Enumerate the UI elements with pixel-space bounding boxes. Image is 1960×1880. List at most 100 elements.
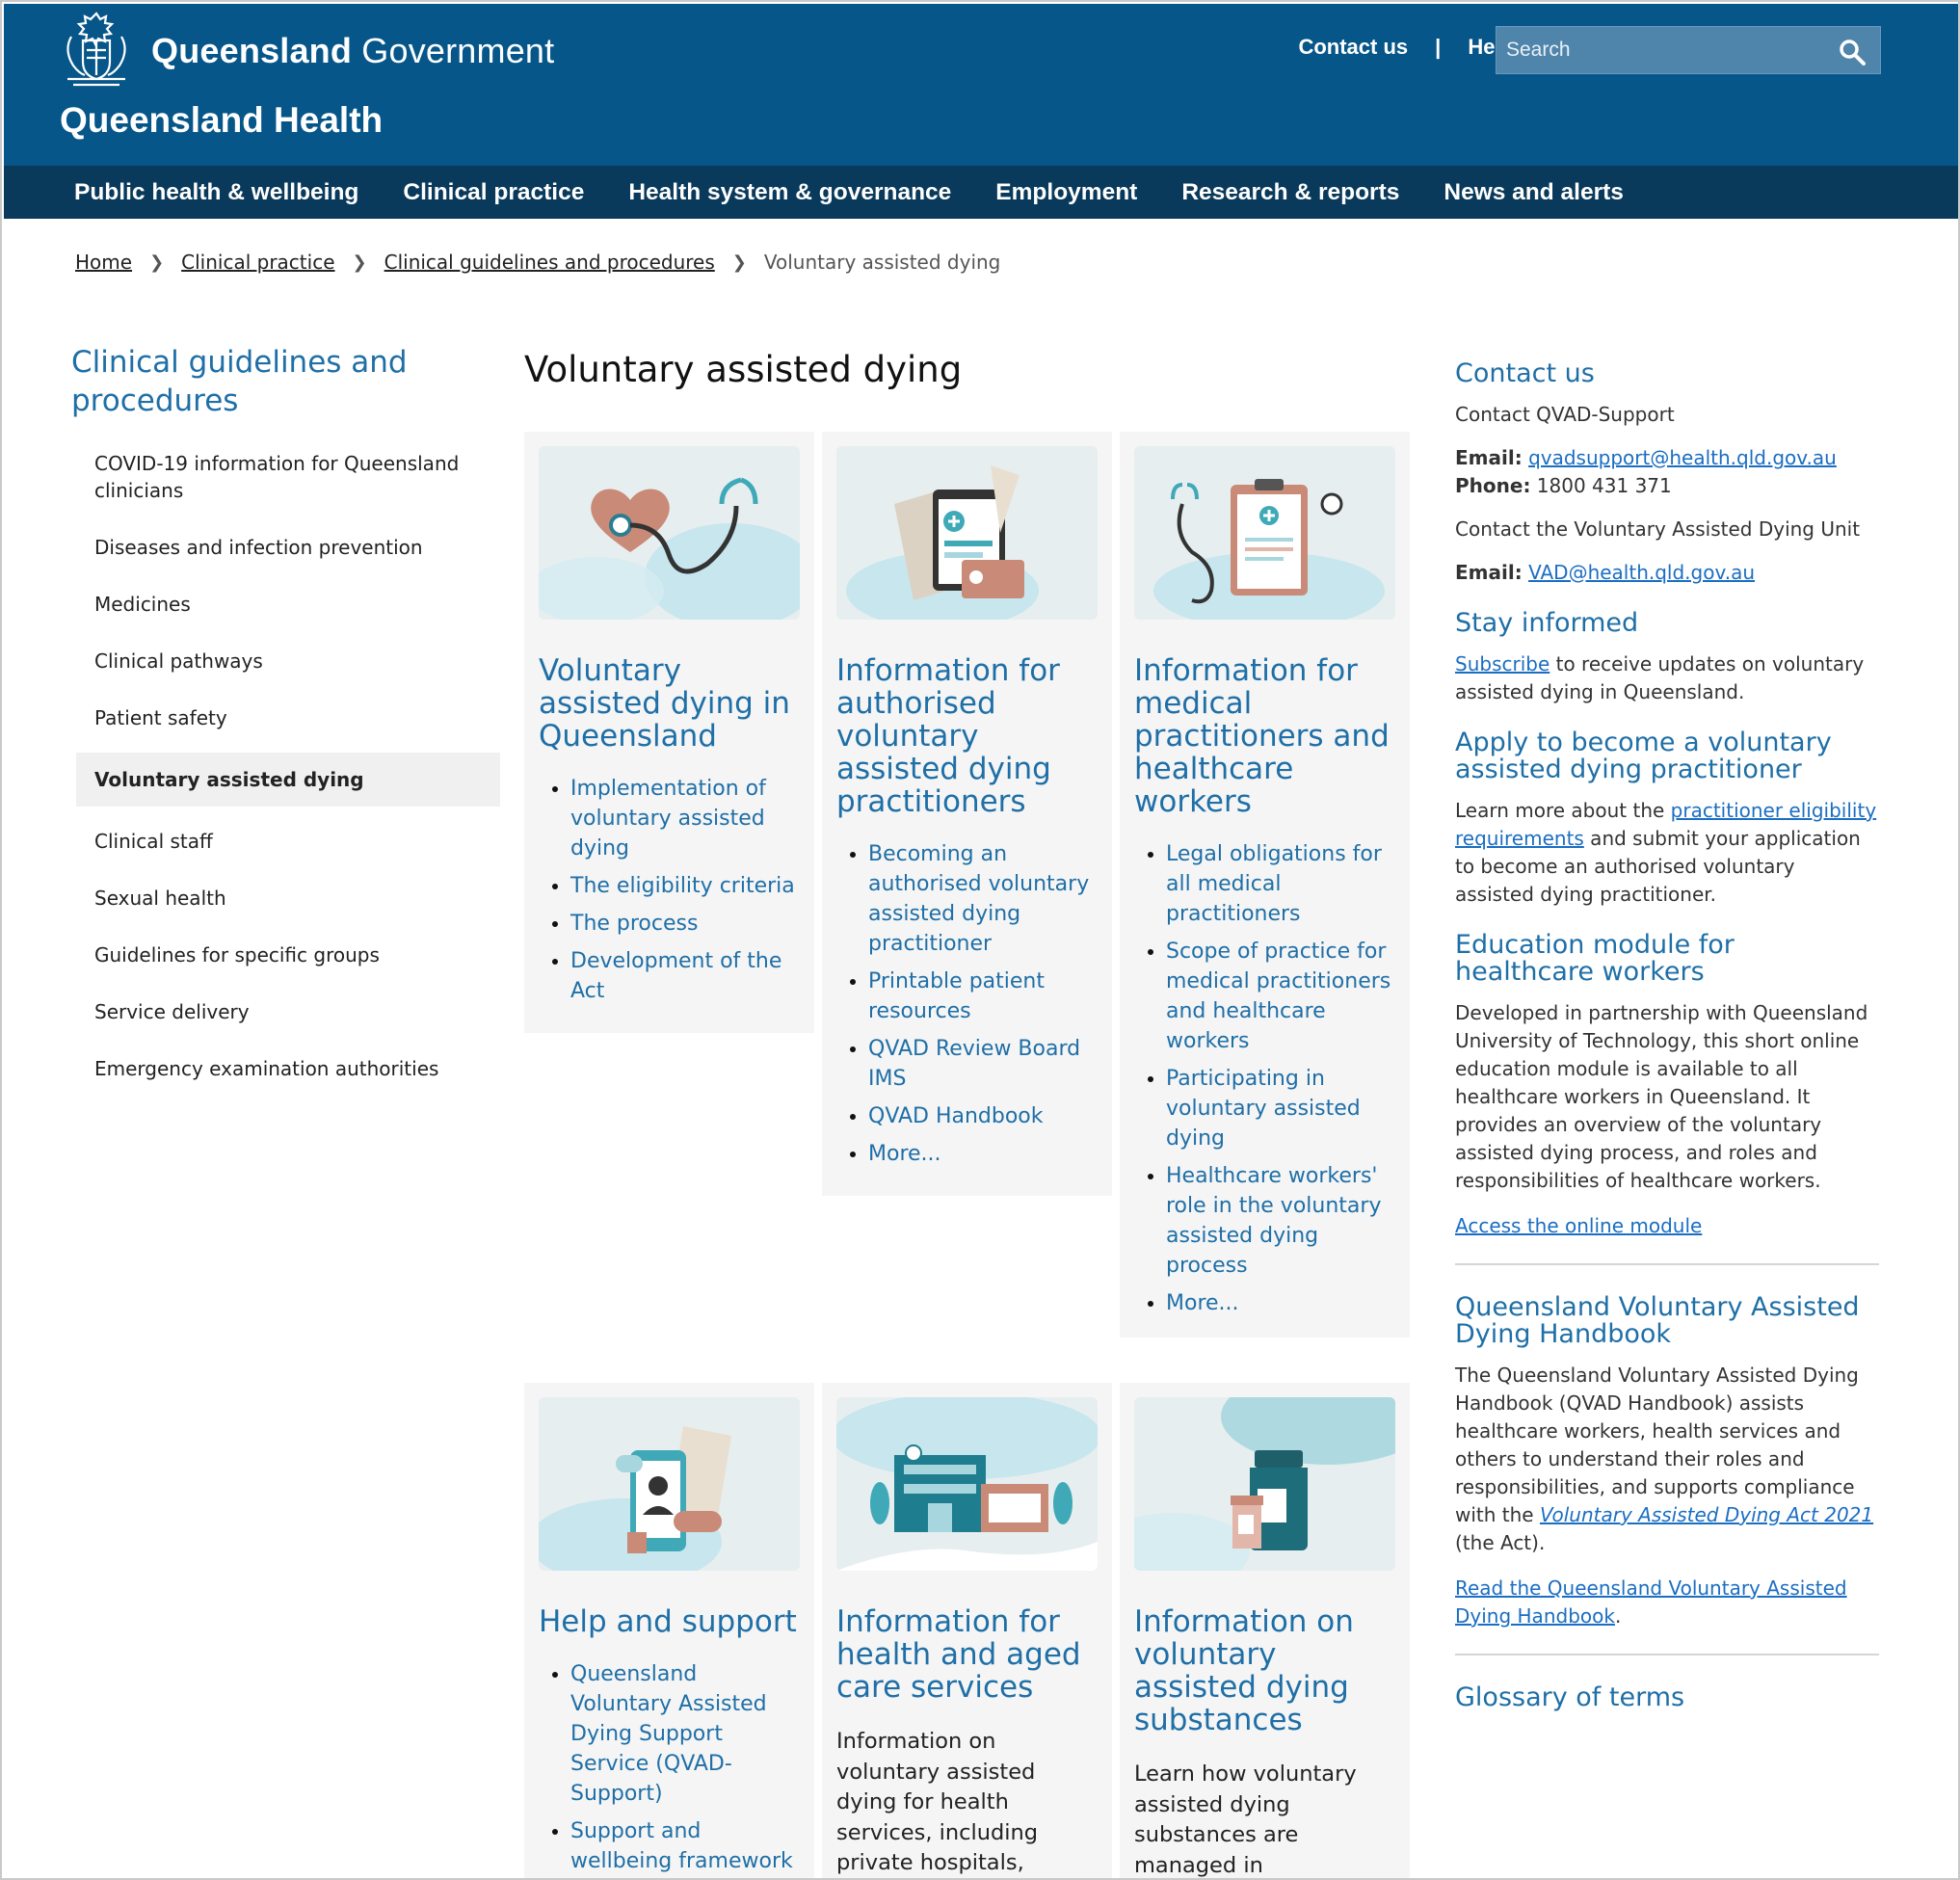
handbook-link-line: Read the Queensland Voluntary Assisted D… bbox=[1455, 1576, 1847, 1628]
email-line: Email: qvadsupport@health.qld.gov.au bbox=[1455, 444, 1879, 472]
main-navigation: Public health & wellbeing Clinical pract… bbox=[4, 166, 1958, 219]
gov-name[interactable]: Queensland Government bbox=[151, 31, 554, 71]
hospital-building-icon bbox=[836, 1397, 1098, 1571]
heart-stethoscope-icon bbox=[539, 477, 800, 620]
card-link[interactable]: More... bbox=[1166, 1291, 1239, 1315]
chevron-right-icon: ❯ bbox=[352, 252, 367, 273]
card-title[interactable]: Information for authorised voluntary ass… bbox=[836, 654, 1098, 818]
card-title[interactable]: Help and support bbox=[539, 1605, 800, 1638]
apply-heading: Apply to become a voluntary assisted dyi… bbox=[1455, 728, 1832, 784]
sidenav-item-covid[interactable]: COVID-19 information for Queensland clin… bbox=[71, 441, 495, 513]
nav-clinical-practice[interactable]: Clinical practice bbox=[403, 179, 584, 206]
nav-employment[interactable]: Employment bbox=[995, 179, 1137, 206]
sidenav-item-clinical-staff[interactable]: Clinical staff bbox=[71, 819, 495, 863]
card-authorised-practitioners: Information for authorised voluntary ass… bbox=[822, 432, 1112, 1196]
card-link[interactable]: Participating in voluntary assisted dyin… bbox=[1166, 1067, 1361, 1151]
card-vad-substances: Information on voluntary assisted dying … bbox=[1120, 1383, 1410, 1878]
heart-stethoscope-illustration[interactable] bbox=[539, 446, 800, 620]
email-line: Email: VAD@health.qld.gov.au bbox=[1455, 559, 1879, 587]
handbook-heading: Queensland Voluntary Assisted Dying Hand… bbox=[1455, 1292, 1860, 1349]
handbook-block: Queensland Voluntary Assisted Dying Hand… bbox=[1455, 1294, 1879, 1630]
section-sidenav: Clinical guidelines and procedures COVID… bbox=[71, 343, 500, 1103]
glossary-block: Glossary of terms bbox=[1455, 1684, 1879, 1711]
search-input[interactable] bbox=[1504, 36, 1813, 65]
medicine-bottle-icon bbox=[1134, 1397, 1395, 1571]
contact-us-link[interactable]: Contact us bbox=[1298, 35, 1408, 60]
card-link[interactable]: Printable patient resources bbox=[868, 969, 1045, 1023]
card-title[interactable]: Voluntary assisted dying in Queensland bbox=[539, 654, 800, 753]
sidenav-item-patient-safety[interactable]: Patient safety bbox=[71, 696, 495, 740]
card-link[interactable]: The process bbox=[570, 912, 698, 936]
breadcrumb-current: Voluntary assisted dying bbox=[763, 251, 1001, 274]
card-link[interactable]: Development of the Act bbox=[570, 949, 781, 1003]
phone-support-illustration[interactable] bbox=[539, 1397, 800, 1571]
card-title[interactable]: Information for health and aged care ser… bbox=[836, 1605, 1098, 1704]
stay-informed-block: Stay informed Subscribe to receive updat… bbox=[1455, 610, 1879, 706]
site-name[interactable]: Queensland Health bbox=[60, 100, 383, 141]
page-frame: Queensland Government Queensland Health … bbox=[0, 0, 1960, 1880]
sidenav-item-voluntary-assisted-dying[interactable]: Voluntary assisted dying bbox=[76, 753, 500, 807]
card-title[interactable]: Information on voluntary assisted dying … bbox=[1134, 1605, 1395, 1736]
sidenav-title[interactable]: Clinical guidelines and procedures bbox=[71, 343, 495, 420]
clipboard-illustration[interactable] bbox=[836, 446, 1098, 620]
chevron-right-icon: ❯ bbox=[149, 252, 165, 273]
card-link[interactable]: More... bbox=[868, 1142, 941, 1166]
card-description: Information on voluntary assisted dying … bbox=[836, 1729, 1039, 1875]
card-help-support: Help and support Queensland Voluntary As… bbox=[524, 1383, 814, 1878]
education-heading: Education module for healthcare workers bbox=[1455, 930, 1735, 987]
vad-unit-email-link[interactable]: VAD@health.qld.gov.au bbox=[1528, 561, 1755, 584]
card-link[interactable]: The eligibility criteria bbox=[570, 874, 795, 898]
card-title[interactable]: Information for medical practitioners an… bbox=[1134, 654, 1395, 818]
nav-health-system[interactable]: Health system & governance bbox=[628, 179, 951, 206]
nav-news-alerts[interactable]: News and alerts bbox=[1444, 179, 1624, 206]
breadcrumb-home[interactable]: Home bbox=[75, 251, 132, 274]
medicine-bottles-illustration[interactable] bbox=[1134, 1397, 1395, 1571]
card-link[interactable]: Legal obligations for all medical practi… bbox=[1166, 842, 1382, 926]
card-link[interactable]: QVAD Review Board IMS bbox=[868, 1037, 1080, 1091]
divider bbox=[1455, 1654, 1879, 1655]
card-link[interactable]: QVAD Handbook bbox=[868, 1104, 1044, 1128]
card-medical-practitioners: Information for medical practitioners an… bbox=[1120, 432, 1410, 1337]
read-handbook-link[interactable]: Read the Queensland Voluntary Assisted D… bbox=[1455, 1576, 1847, 1628]
education-text: Developed in partnership with Queensland… bbox=[1455, 1001, 1868, 1192]
sidenav-item-diseases[interactable]: Diseases and infection prevention bbox=[71, 525, 495, 569]
sidenav-item-sexual-health[interactable]: Sexual health bbox=[71, 876, 495, 920]
qld-coat-of-arms-logo[interactable] bbox=[58, 8, 135, 91]
search-icon[interactable] bbox=[1838, 38, 1867, 66]
hospital-illustration[interactable] bbox=[836, 1397, 1098, 1571]
card-link[interactable]: Healthcare workers' role in the voluntar… bbox=[1166, 1164, 1381, 1278]
qvadsupport-email-link[interactable]: qvadsupport@health.qld.gov.au bbox=[1528, 446, 1837, 469]
breadcrumb: Home ❯ Clinical practice ❯ Clinical guid… bbox=[75, 251, 1000, 274]
sidenav-item-clinical-pathways[interactable]: Clinical pathways bbox=[71, 639, 495, 683]
breadcrumb-clinical-practice[interactable]: Clinical practice bbox=[181, 251, 334, 274]
contact-qvad-text: Contact QVAD-Support bbox=[1455, 403, 1675, 426]
stay-informed-text: Subscribe to receive updates on voluntar… bbox=[1455, 652, 1865, 703]
breadcrumb-guidelines[interactable]: Clinical guidelines and procedures bbox=[384, 251, 715, 274]
search-box bbox=[1496, 26, 1881, 74]
card-link[interactable]: Implementation of voluntary assisted dyi… bbox=[570, 777, 766, 861]
sidenav-item-specific-groups[interactable]: Guidelines for specific groups bbox=[71, 933, 495, 977]
nav-research-reports[interactable]: Research & reports bbox=[1181, 179, 1399, 206]
phone-label: Phone: bbox=[1455, 474, 1531, 497]
subscribe-link[interactable]: Subscribe bbox=[1455, 652, 1549, 675]
card-link[interactable]: Becoming an authorised voluntary assiste… bbox=[868, 842, 1089, 956]
phone-chat-icon bbox=[539, 1426, 731, 1571]
apply-block: Apply to become a voluntary assisted dyi… bbox=[1455, 729, 1879, 909]
card-link[interactable]: Scope of practice for medical practition… bbox=[1166, 940, 1391, 1053]
email-label: Email: bbox=[1455, 446, 1523, 469]
nav-public-health[interactable]: Public health & wellbeing bbox=[74, 179, 358, 206]
phone-number: 1800 431 371 bbox=[1536, 474, 1672, 497]
stethoscope-clipboard-illustration[interactable] bbox=[1134, 446, 1395, 620]
glossary-heading[interactable]: Glossary of terms bbox=[1455, 1684, 1879, 1711]
contact-block: Contact us Contact QVAD-Support Email: q… bbox=[1455, 360, 1879, 587]
vad-act-link[interactable]: Voluntary Assisted Dying Act 2021 bbox=[1540, 1503, 1873, 1526]
right-sidebar: Contact us Contact QVAD-Support Email: q… bbox=[1455, 360, 1879, 1734]
online-module-link[interactable]: Access the online module bbox=[1455, 1214, 1702, 1237]
card-link[interactable]: Queensland Voluntary Assisted Dying Supp… bbox=[570, 1662, 767, 1806]
masthead: Queensland Government Queensland Health … bbox=[4, 4, 1958, 166]
sidenav-item-emergency-examination[interactable]: Emergency examination authorities bbox=[71, 1046, 495, 1091]
sidenav-item-medicines[interactable]: Medicines bbox=[71, 582, 495, 626]
card-link[interactable]: Support and wellbeing framework bbox=[570, 1819, 793, 1873]
apply-text: Learn more about the practitioner eligib… bbox=[1455, 799, 1877, 906]
sidenav-item-service-delivery[interactable]: Service delivery bbox=[71, 990, 495, 1034]
